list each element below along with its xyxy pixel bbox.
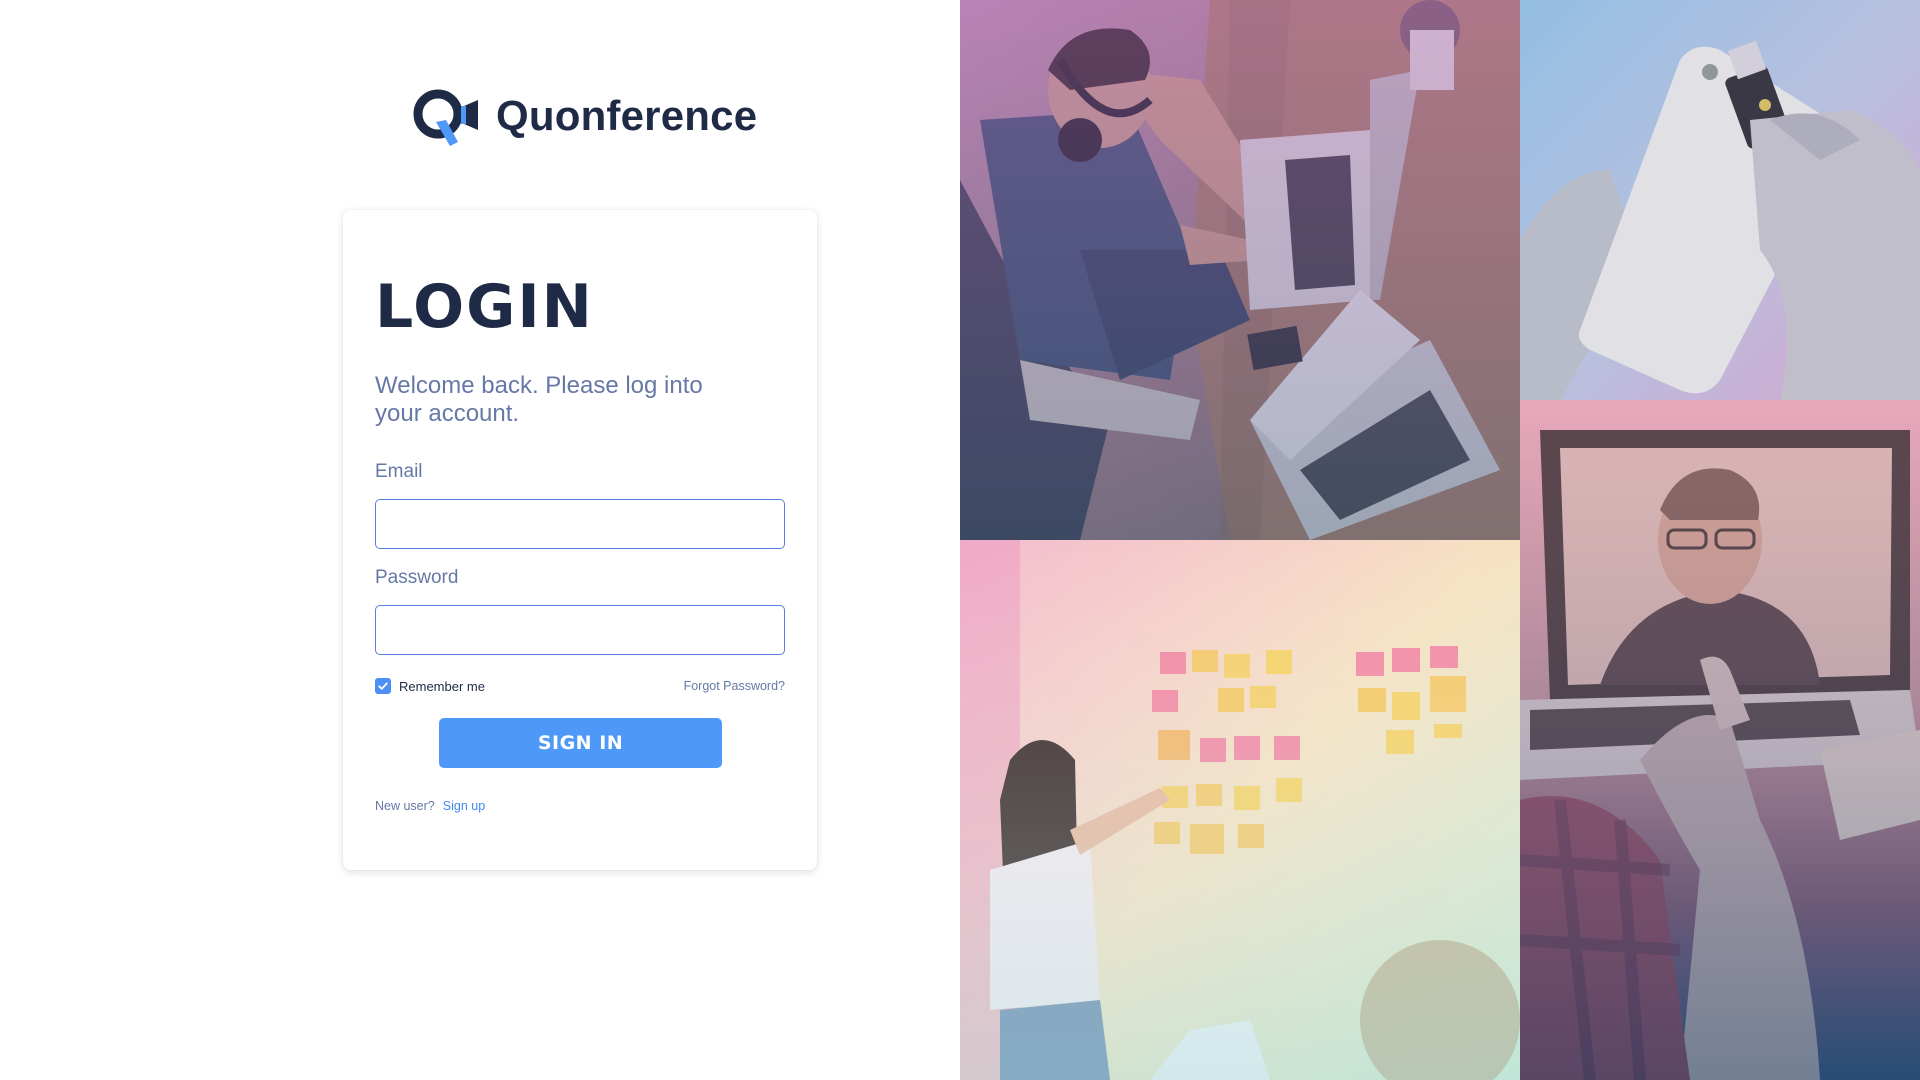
sign-in-button[interactable]: SIGN IN (439, 718, 722, 768)
video-call-photo (1520, 400, 1920, 1080)
quonference-logo-icon (413, 89, 478, 146)
login-panel: Quonference LOGIN Welcome back. Please l… (0, 0, 960, 1080)
new-user-text: New user? (375, 799, 435, 813)
brand-header: Quonference (410, 84, 757, 148)
welcome-subtitle: Welcome back. Please log into your accou… (375, 372, 703, 427)
signup-prompt: New user? Sign up (375, 799, 485, 813)
sign-up-link[interactable]: Sign up (443, 799, 485, 813)
brand-name: Quonference (496, 92, 758, 139)
email-label: Email (375, 461, 423, 482)
password-field[interactable] (375, 605, 785, 655)
photo-collage (960, 0, 1920, 1080)
sticky-notes-photo (960, 540, 1520, 1080)
password-label: Password (375, 567, 459, 588)
remember-me-checkbox[interactable]: Remember me (375, 678, 485, 694)
email-field[interactable] (375, 499, 785, 549)
forgot-password-link[interactable]: Forgot Password? (684, 679, 785, 693)
page-title: LOGIN (375, 272, 594, 342)
remember-me-label: Remember me (399, 678, 485, 694)
coworking-photo (960, 0, 1520, 540)
login-card: LOGIN Welcome back. Please log into your… (343, 210, 817, 870)
security-key-photo (1520, 0, 1920, 400)
checkbox-checked-icon[interactable] (375, 678, 391, 694)
login-page: Quonference LOGIN Welcome back. Please l… (0, 0, 1920, 1080)
